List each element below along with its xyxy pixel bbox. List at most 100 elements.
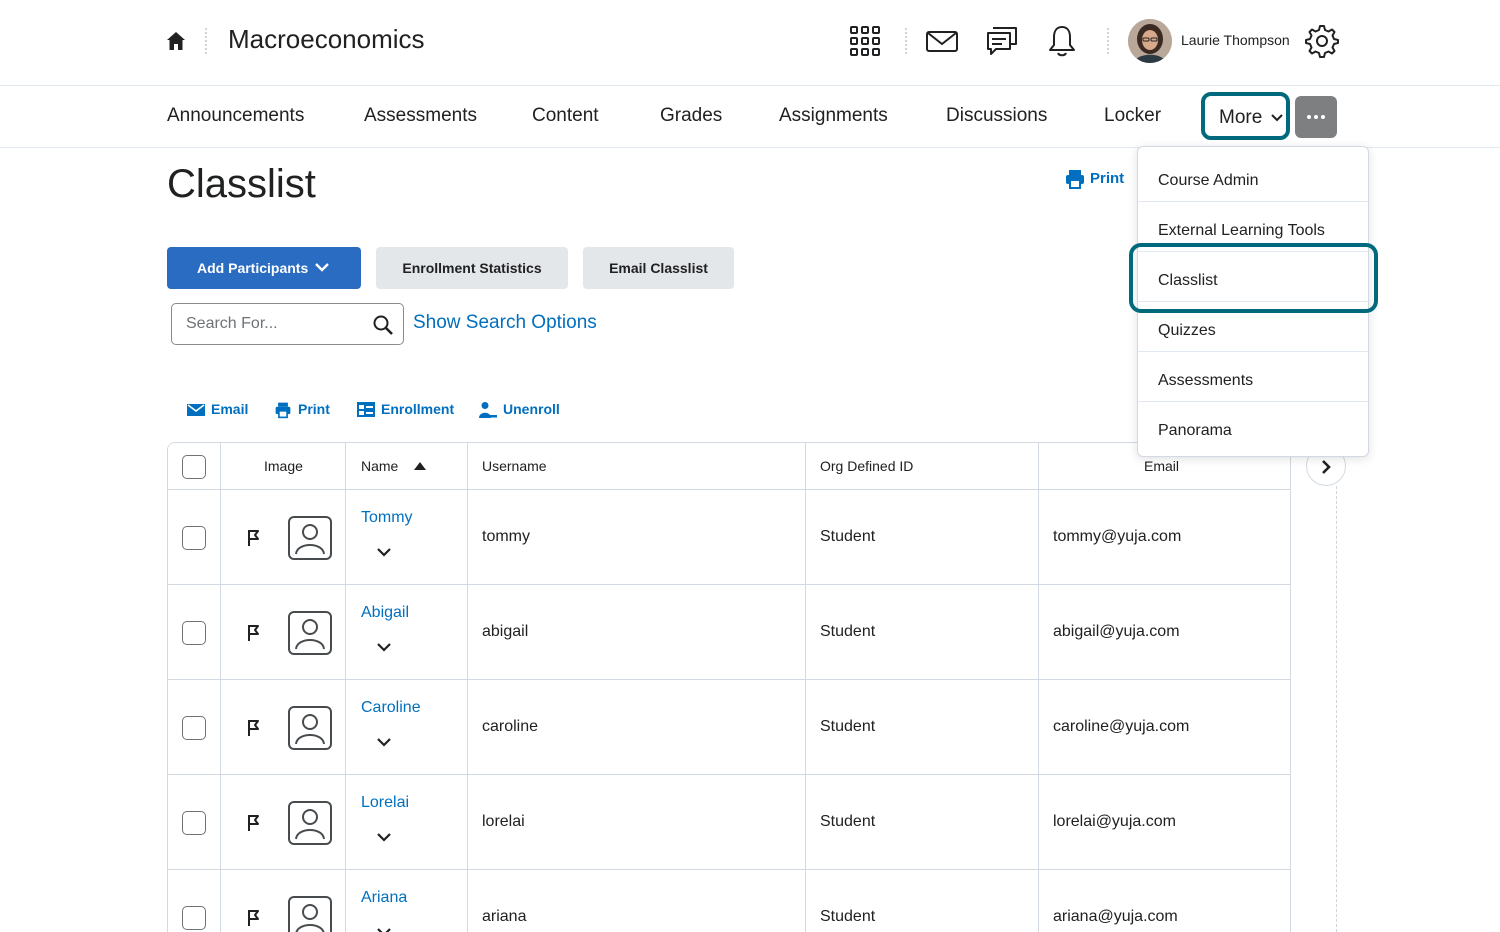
menu-item-assessments[interactable]: Assessments [1138, 352, 1368, 402]
email-cell: ariana@yuja.com [1053, 908, 1178, 925]
user-placeholder-icon [288, 516, 332, 560]
org-id-cell: Student [820, 813, 876, 830]
menu-item-course-admin[interactable]: Course Admin [1138, 152, 1368, 202]
sort-ascending-icon[interactable] [414, 462, 426, 470]
column-header-email: Email [1144, 458, 1180, 474]
user-name-link[interactable]: Caroline [361, 699, 421, 717]
user-placeholder-icon [288, 706, 332, 750]
more-menu-button[interactable]: More [1201, 92, 1290, 140]
row-checkbox[interactable] [182, 906, 206, 930]
row-checkbox[interactable] [182, 811, 206, 835]
classlist-highlight-outline [1129, 243, 1378, 313]
user-placeholder-icon [288, 801, 332, 845]
unenroll-action-label: Unenroll [503, 401, 560, 417]
chevron-right-icon [1322, 460, 1331, 474]
username-cell: ariana [482, 908, 527, 925]
nav-item-assessments[interactable]: Assessments [364, 105, 477, 127]
nav-item-discussions[interactable]: Discussions [946, 105, 1047, 127]
unenroll-user-icon [479, 402, 497, 418]
nav-item-grades[interactable]: Grades [660, 105, 722, 127]
email-cell: caroline@yuja.com [1053, 718, 1190, 735]
show-search-options-link[interactable]: Show Search Options [413, 312, 597, 334]
row-checkbox[interactable] [182, 716, 206, 740]
chevron-down-icon[interactable] [377, 738, 391, 747]
home-icon[interactable] [165, 30, 187, 52]
username-cell: lorelai [482, 813, 525, 830]
avatar[interactable] [1128, 19, 1172, 63]
scroll-divider [1336, 486, 1337, 932]
user-placeholder-icon [288, 896, 332, 932]
menu-item-label: Quizzes [1158, 322, 1216, 339]
row-checkbox[interactable] [182, 621, 206, 645]
chevron-down-icon [1271, 114, 1283, 122]
menu-item-label: Course Admin [1158, 172, 1259, 189]
email-classlist-button[interactable]: Email Classlist [583, 247, 734, 289]
search-box [171, 303, 404, 345]
print-action-label: Print [298, 401, 330, 417]
username-cell: abigail [482, 623, 529, 640]
user-name-link[interactable]: Tommy [361, 509, 413, 527]
header-divider [1107, 28, 1109, 54]
flag-icon[interactable] [247, 529, 261, 547]
course-title[interactable]: Macroeconomics [228, 24, 425, 55]
printer-icon [1066, 170, 1084, 189]
nav-item-announcements[interactable]: Announcements [167, 105, 304, 127]
column-header-image: Image [264, 458, 303, 474]
menu-item-label: Assessments [1158, 372, 1254, 389]
table-row: Tommy tommy Student tommy@yuja.com [168, 490, 1290, 585]
bell-icon[interactable] [1043, 22, 1081, 60]
org-id-cell: Student [820, 718, 876, 735]
email-cell: tommy@yuja.com [1053, 528, 1182, 545]
menu-item-label: External Learning Tools [1158, 222, 1325, 239]
user-name-link[interactable]: Ariana [361, 889, 407, 907]
search-icon[interactable] [372, 314, 394, 336]
chevron-down-icon[interactable] [377, 643, 391, 652]
table-row: Abigail abigail Student abigail@yuja.com [168, 585, 1290, 680]
menu-item-panorama[interactable]: Panorama [1138, 402, 1368, 452]
flag-icon[interactable] [247, 624, 261, 642]
chat-icon[interactable] [983, 22, 1021, 60]
enrollment-icon [357, 402, 375, 417]
chevron-down-icon[interactable] [377, 833, 391, 842]
more-label: More [1219, 107, 1263, 128]
page-title: Classlist [167, 162, 316, 206]
org-id-cell: Student [820, 528, 876, 545]
chevron-down-icon[interactable] [377, 928, 391, 932]
row-checkbox[interactable] [182, 526, 206, 550]
flag-icon[interactable] [247, 909, 261, 927]
select-all-checkbox[interactable] [182, 455, 206, 479]
grid-icon[interactable] [846, 22, 884, 60]
overflow-menu-button[interactable] [1295, 96, 1337, 138]
nav-item-locker[interactable]: Locker [1104, 105, 1161, 127]
nav-item-content[interactable]: Content [532, 105, 599, 127]
table-row: Caroline caroline Student caroline@yuja.… [168, 680, 1290, 775]
org-id-cell: Student [820, 908, 876, 925]
chevron-down-icon[interactable] [377, 548, 391, 557]
menu-item-label: Panorama [1158, 422, 1232, 439]
email-cell: lorelai@yuja.com [1053, 813, 1176, 830]
username-cell: caroline [482, 718, 539, 735]
print-label: Print [1090, 170, 1125, 187]
user-name-link[interactable]: Lorelai [361, 794, 409, 812]
email-cell: abigail@yuja.com [1053, 623, 1180, 640]
user-name-link[interactable]: Abigail [361, 604, 409, 622]
mail-icon [187, 404, 205, 416]
add-participants-button[interactable]: Add Participants [167, 247, 361, 289]
ellipsis-icon [1307, 115, 1311, 119]
enrollment-statistics-button[interactable]: Enrollment Statistics [376, 247, 568, 289]
flag-icon[interactable] [247, 814, 261, 832]
table-row: Ariana ariana Student ariana@yuja.com [168, 870, 1290, 932]
header: Macroeconomics Laurie Thompson [0, 0, 1500, 86]
nav-item-assignments[interactable]: Assignments [779, 105, 888, 127]
ellipsis-icon [1314, 115, 1318, 119]
user-placeholder-icon [288, 611, 332, 655]
column-header-name[interactable]: Name [361, 458, 398, 474]
search-input[interactable] [186, 313, 366, 335]
header-divider [205, 28, 207, 54]
mail-icon[interactable] [923, 22, 961, 60]
column-header-username: Username [482, 458, 547, 474]
flag-icon[interactable] [247, 719, 261, 737]
user-name[interactable]: Laurie Thompson [1181, 32, 1290, 48]
gear-icon[interactable] [1303, 22, 1341, 60]
enrollment-action-label: Enrollment [381, 401, 455, 417]
